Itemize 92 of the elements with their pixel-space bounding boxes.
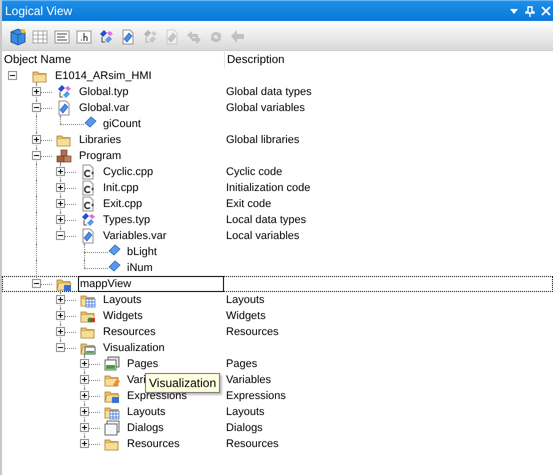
tree-item[interactable]: Exit.cpp [102, 196, 144, 212]
column-header[interactable]: Description [225, 52, 285, 68]
name-edit-field[interactable]: mappView [78, 276, 224, 292]
expand-toggle[interactable] [56, 167, 65, 176]
description-cell-text: Layouts [225, 293, 265, 308]
tree-item[interactable]: Libraries [78, 132, 122, 148]
tree-item[interactable]: Pages [126, 356, 160, 372]
header-file-icon [76, 30, 92, 44]
expand-toggle[interactable] [80, 359, 89, 368]
description-cell-text: Global libraries [225, 133, 300, 148]
types-icon [98, 28, 114, 44]
expand-toggle[interactable] [80, 423, 89, 432]
types-icon [142, 28, 158, 44]
diamond-icon [108, 260, 122, 272]
description-cell-text: Pages [225, 357, 258, 372]
tree-item[interactable]: Resources [102, 324, 157, 340]
description-cell-text: Expressions [225, 389, 286, 404]
tree-item[interactable]: Visualization [102, 340, 166, 356]
tree-item[interactable]: bLight [126, 244, 158, 260]
dropdown-icon[interactable] [509, 7, 519, 15]
document-icon [120, 28, 136, 44]
tree-item[interactable]: giCount [102, 116, 142, 132]
description-cell-text: Cyclic code [225, 165, 282, 180]
description-cell-text: Dialogs [225, 421, 263, 436]
collapse-toggle[interactable] [32, 279, 41, 288]
toolbar-button[interactable] [8, 27, 27, 46]
tree-item[interactable]: Dialogs [126, 420, 165, 436]
description-cell-text: Widgets [225, 309, 266, 324]
tree-item[interactable]: E1014_ARsim_HMI [54, 68, 153, 84]
tree-item[interactable]: Variables.var [102, 228, 168, 244]
tree-item[interactable]: Global.typ [78, 84, 130, 100]
arrows-icon [186, 28, 202, 44]
pages-icon [104, 356, 120, 372]
window-title: Logical View [5, 4, 72, 18]
collapse-toggle[interactable] [32, 151, 41, 160]
collapse-toggle[interactable] [56, 231, 65, 240]
expand-toggle[interactable] [80, 407, 89, 416]
tree-item[interactable]: Types.typ [102, 212, 152, 228]
code-file-icon [80, 196, 96, 212]
description-cell-text: Local data types [225, 213, 306, 228]
expand-toggle[interactable] [56, 327, 65, 336]
expand-toggle[interactable] [80, 375, 89, 384]
description-cell-text: Global variables [225, 101, 305, 116]
tree-item[interactable]: Layouts [102, 292, 143, 308]
document-icon [164, 28, 180, 44]
code-file-icon [80, 180, 96, 196]
close-icon[interactable] [541, 6, 551, 16]
types-icon [56, 84, 72, 100]
expand-toggle[interactable] [56, 311, 65, 320]
cube-icon [8, 28, 26, 46]
expand-toggle[interactable] [32, 87, 41, 96]
code-file-icon [80, 164, 96, 180]
document-icon [56, 100, 72, 116]
tooltip: Visualization [145, 373, 220, 393]
description-cell-text: Layouts [225, 405, 265, 420]
tree-item[interactable]: iNum [126, 260, 154, 276]
tree-item[interactable]: Program [78, 148, 122, 164]
tree-item[interactable]: Global.var [78, 100, 130, 116]
types-icon [80, 212, 96, 228]
collapse-toggle[interactable] [32, 103, 41, 112]
tree-item[interactable]: Vari [126, 372, 147, 388]
description-cell-text: Exit code [225, 197, 272, 212]
collapse-toggle[interactable] [8, 71, 17, 80]
document-icon [80, 228, 96, 244]
back-arrow-icon [230, 28, 246, 44]
tree-item[interactable]: Cyclic.cpp [102, 164, 154, 180]
boxes-icon [56, 148, 72, 164]
tree-item[interactable]: Init.cpp [102, 180, 140, 196]
column-header[interactable]: Object Name [2, 52, 225, 68]
collapse-toggle[interactable] [56, 343, 65, 352]
table-icon [32, 30, 48, 44]
expand-toggle[interactable] [56, 215, 65, 224]
description-cell-text: Resources [225, 325, 279, 340]
text-lines-icon [54, 30, 70, 44]
expand-toggle[interactable] [32, 135, 41, 144]
diamond-icon [108, 244, 122, 256]
description-cell-text: Resources [225, 437, 279, 452]
tree-item[interactable]: Layouts [126, 404, 167, 420]
expand-toggle[interactable] [80, 391, 89, 400]
diamond-icon [84, 116, 98, 128]
expand-toggle[interactable] [56, 199, 65, 208]
description-cell-text: Global data types [225, 85, 312, 100]
description-cell-text: Initialization code [225, 181, 310, 196]
expand-toggle[interactable] [56, 295, 65, 304]
pin-icon[interactable] [525, 6, 535, 16]
expand-toggle[interactable] [80, 439, 89, 448]
window-icon [104, 420, 120, 436]
description-cell-text: Variables [225, 373, 272, 388]
tree-item[interactable]: Widgets [102, 308, 144, 324]
tree-item[interactable]: Resources [126, 436, 181, 452]
description-cell-text: Local variables [225, 229, 300, 244]
expand-toggle[interactable] [56, 183, 65, 192]
